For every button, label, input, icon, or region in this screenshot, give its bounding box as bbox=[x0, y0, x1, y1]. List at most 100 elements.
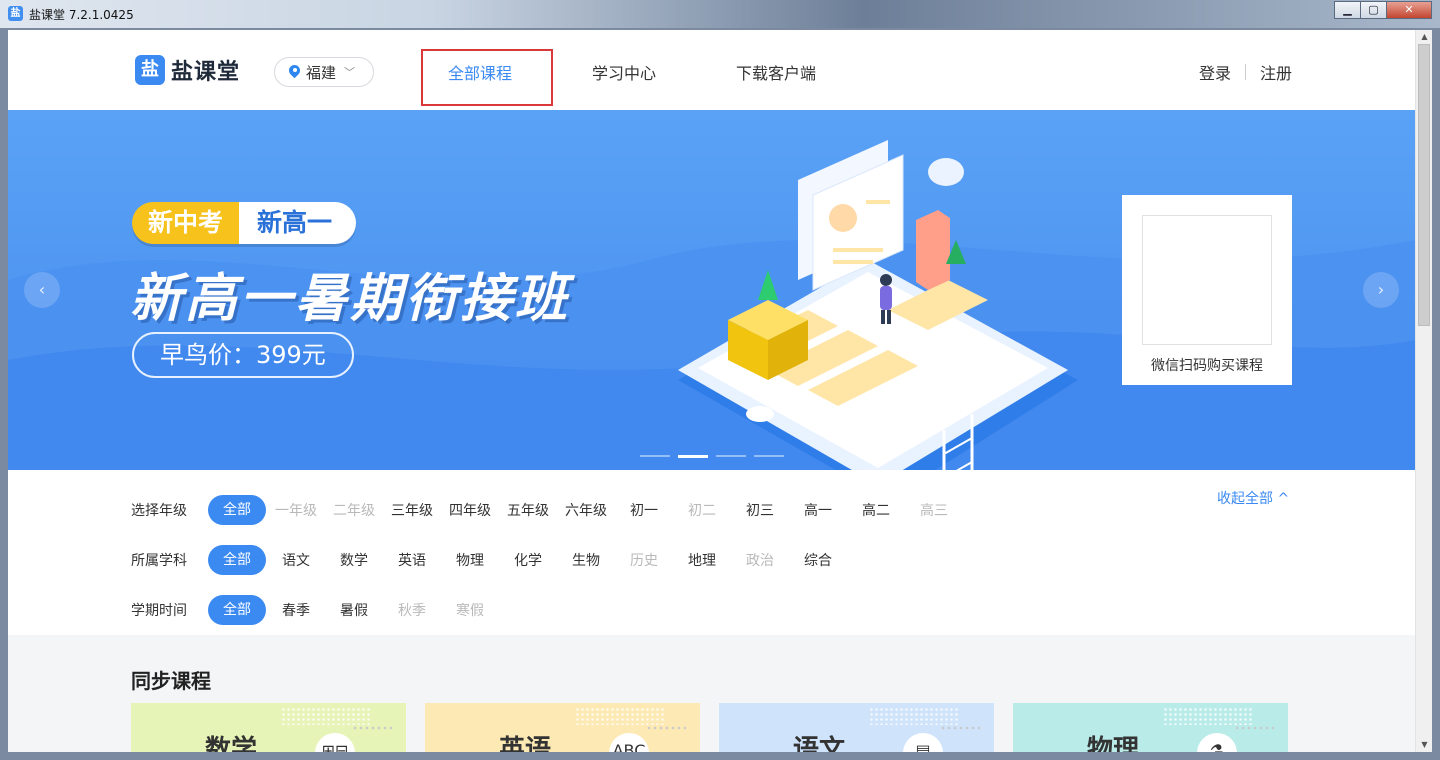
carousel-dot[interactable] bbox=[678, 455, 708, 458]
card-pattern bbox=[281, 707, 371, 725]
term-filter-label: 学期时间 bbox=[131, 603, 187, 619]
grade-option[interactable]: 三年级 bbox=[390, 500, 434, 520]
promo-banner[interactable]: 新中考 新高一 新高一暑期衔接班 早鸟价：399元 ‹ › 微信扫码购买课程 bbox=[8, 110, 1415, 470]
grade-option: 初二 bbox=[688, 503, 716, 519]
carousel-dot[interactable] bbox=[640, 455, 670, 457]
logo[interactable]: 盐 盐课堂 bbox=[135, 54, 240, 86]
qr-code bbox=[1142, 215, 1272, 345]
grade-option[interactable]: 全部 bbox=[208, 495, 266, 525]
window-title: 盐课堂 7.2.1.0425 bbox=[29, 8, 134, 22]
grade-option: 二年级 bbox=[333, 503, 375, 519]
carousel-indicators bbox=[640, 455, 792, 458]
subject-icon: ⚗ bbox=[1197, 733, 1237, 752]
section-title: 同步课程 bbox=[131, 669, 211, 693]
course-card-title: 物理 bbox=[1087, 735, 1140, 752]
scroll-down-icon[interactable]: ▼ bbox=[1416, 738, 1433, 752]
grade-option[interactable]: 五年级 bbox=[506, 500, 550, 520]
subject-option: 政治 bbox=[746, 553, 774, 569]
subject-icon: ABC bbox=[609, 733, 649, 752]
grade-option: 高三 bbox=[920, 503, 948, 519]
subject-option[interactable]: 数学 bbox=[332, 550, 376, 570]
subject-icon: ⊞⊟ bbox=[315, 733, 355, 752]
card-dots bbox=[646, 725, 686, 731]
subject-option[interactable]: 语文 bbox=[274, 550, 318, 570]
auth-divider bbox=[1244, 64, 1246, 80]
nav-download-client[interactable]: 下载客户端 bbox=[736, 60, 816, 84]
filter-panel: 选择年级 全部 一年级 二年级 三年级 四年级 五年级 六年级 初一 初二 初三 高一 高二 高三 收起… bbox=[8, 470, 1415, 635]
banner-next-button[interactable]: › bbox=[1363, 272, 1399, 308]
course-card[interactable]: 物理 ⚗ bbox=[1013, 703, 1288, 752]
grade-option[interactable]: 六年级 bbox=[564, 500, 608, 520]
login-link[interactable]: 登录 bbox=[1199, 60, 1231, 84]
grade-filter-label: 选择年级 bbox=[131, 503, 187, 519]
logo-icon: 盐 bbox=[135, 55, 165, 85]
banner-headline: 新高一暑期衔接班 bbox=[130, 269, 571, 329]
course-card[interactable]: 英语 ABC bbox=[425, 703, 700, 752]
tag-new-zhongkao: 新中考 bbox=[132, 202, 240, 244]
qr-label: 微信扫码购买课程 bbox=[1151, 358, 1263, 374]
term-option[interactable]: 暑假 bbox=[332, 600, 376, 620]
qr-card: 微信扫码购买课程 bbox=[1122, 195, 1292, 385]
grade-option[interactable]: 初三 bbox=[738, 500, 782, 520]
banner-price: 早鸟价：399元 bbox=[132, 332, 354, 378]
subject-option[interactable]: 物理 bbox=[448, 550, 492, 570]
app-content: 盐 盐课堂 福建 ﹀ 全部课程 学习中心 下载客户端 登录 注册 新中考 新高一… bbox=[8, 30, 1415, 752]
term-option[interactable]: 全部 bbox=[208, 595, 266, 625]
tag-new-gaoyi: 新高一 bbox=[239, 202, 357, 244]
course-card[interactable]: 语文 ▤ bbox=[719, 703, 994, 752]
region-label: 福建 bbox=[306, 63, 337, 82]
subject-filter-label: 所属学科 bbox=[131, 553, 187, 569]
grade-option: 一年级 bbox=[275, 503, 317, 519]
subject-option[interactable]: 生物 bbox=[564, 550, 608, 570]
carousel-dot[interactable] bbox=[716, 455, 746, 457]
top-header: 盐 盐课堂 福建 ﹀ 全部课程 学习中心 下载客户端 登录 注册 bbox=[8, 30, 1415, 110]
card-pattern bbox=[869, 707, 959, 725]
scrollbar-thumb[interactable] bbox=[1418, 44, 1430, 326]
nav-all-courses[interactable]: 全部课程 bbox=[448, 60, 512, 84]
course-card-title: 数学 bbox=[205, 735, 258, 752]
subject-option[interactable]: 英语 bbox=[390, 550, 434, 570]
grade-filter-row: 选择年级 全部 一年级 二年级 三年级 四年级 五年级 六年级 初一 初二 初三 高一 高二 高三 bbox=[131, 495, 970, 525]
term-option: 寒假 bbox=[456, 603, 484, 619]
course-card[interactable]: 数学 ⊞⊟ bbox=[131, 703, 406, 752]
close-button[interactable]: ✕ bbox=[1386, 1, 1432, 19]
logo-text: 盐课堂 bbox=[171, 60, 241, 85]
vertical-scrollbar[interactable]: ▲ ▼ bbox=[1415, 30, 1432, 752]
scroll-up-icon[interactable]: ▲ bbox=[1416, 30, 1433, 44]
course-card-title: 语文 bbox=[793, 735, 846, 752]
region-selector[interactable]: 福建 ﹀ bbox=[274, 57, 374, 87]
collapse-all-button[interactable]: 收起全部 ^ bbox=[1217, 488, 1289, 508]
subject-option[interactable]: 地理 bbox=[680, 550, 724, 570]
subject-filter-row: 所属学科 全部 语文 数学 英语 物理 化学 生物 历史 地理 政治 综合 bbox=[131, 545, 854, 575]
app-icon: 盐 bbox=[8, 6, 23, 21]
auth-links: 登录 注册 bbox=[1199, 60, 1292, 84]
term-option[interactable]: 春季 bbox=[274, 600, 318, 620]
minimize-button[interactable]: ▁ bbox=[1334, 1, 1361, 19]
subject-option[interactable]: 综合 bbox=[796, 550, 840, 570]
subject-icon: ▤ bbox=[903, 733, 943, 752]
subject-option[interactable]: 全部 bbox=[208, 545, 266, 575]
banner-tags: 新中考 新高一 bbox=[132, 202, 357, 244]
nav-learning-center[interactable]: 学习中心 bbox=[592, 60, 656, 84]
card-dots bbox=[940, 725, 980, 731]
carousel-dot[interactable] bbox=[754, 455, 784, 457]
subject-option[interactable]: 化学 bbox=[506, 550, 550, 570]
card-pattern bbox=[1163, 707, 1253, 725]
card-dots bbox=[1234, 725, 1274, 731]
card-dots bbox=[352, 725, 392, 731]
window-controls: ▁ ▢ ✕ bbox=[1334, 1, 1432, 19]
grade-option[interactable]: 四年级 bbox=[448, 500, 492, 520]
maximize-button[interactable]: ▢ bbox=[1360, 1, 1387, 19]
grade-option[interactable]: 高一 bbox=[796, 500, 840, 520]
subject-option: 历史 bbox=[630, 553, 658, 569]
register-link[interactable]: 注册 bbox=[1260, 60, 1292, 84]
sync-courses-section: 同步课程 数学 ⊞⊟ 英语 ABC 语文 ▤ 物理 ⚗ bbox=[8, 635, 1415, 752]
grade-option[interactable]: 初一 bbox=[622, 500, 666, 520]
location-pin-icon bbox=[289, 65, 300, 79]
grade-option[interactable]: 高二 bbox=[854, 500, 898, 520]
chevron-down-icon: ﹀ bbox=[344, 66, 356, 79]
course-card-title: 英语 bbox=[499, 735, 552, 752]
term-filter-row: 学期时间 全部 春季 暑假 秋季 寒假 bbox=[131, 595, 506, 625]
banner-prev-button[interactable]: ‹ bbox=[24, 272, 60, 308]
term-option: 秋季 bbox=[398, 603, 426, 619]
